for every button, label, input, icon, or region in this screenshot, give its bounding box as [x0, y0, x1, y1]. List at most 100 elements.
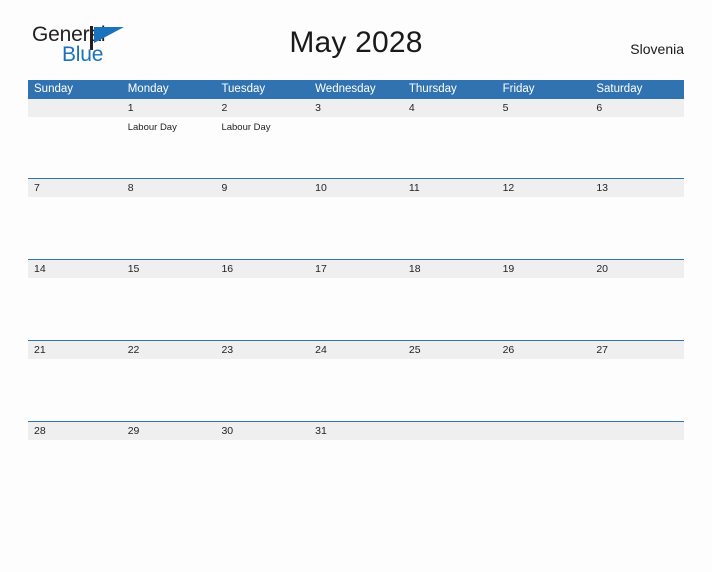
calendar-week-row: 28 29 30 31 [28, 421, 684, 502]
day-cell[interactable] [215, 278, 309, 340]
weekday-header-sunday: Sunday [34, 83, 74, 95]
day-cell[interactable] [590, 278, 684, 340]
day-number [403, 422, 497, 440]
day-cell[interactable] [122, 278, 216, 340]
day-cell[interactable] [215, 440, 309, 502]
day-cell[interactable] [309, 278, 403, 340]
day-number-band: 14 15 16 17 18 19 20 [28, 260, 684, 278]
day-content-band [28, 278, 684, 340]
day-number[interactable]: 9 [215, 179, 309, 197]
day-number[interactable]: 22 [122, 341, 216, 359]
day-content-band [28, 440, 684, 502]
day-content-band [28, 197, 684, 259]
weekday-header-wednesday: Wednesday [315, 83, 376, 95]
day-number [28, 99, 122, 117]
day-cell[interactable] [590, 359, 684, 421]
weekday-header-row: Sunday Monday Tuesday Wednesday Thursday… [28, 80, 684, 99]
day-cell[interactable] [122, 359, 216, 421]
day-number-band: 123456 [28, 99, 684, 117]
day-number[interactable]: 3 [309, 99, 403, 117]
day-cell[interactable] [309, 359, 403, 421]
day-cell[interactable] [590, 197, 684, 259]
day-number[interactable]: 12 [497, 179, 591, 197]
day-number[interactable]: 5 [497, 99, 591, 117]
day-cell[interactable] [497, 197, 591, 259]
day-cell[interactable] [215, 197, 309, 259]
day-number[interactable]: 2 [215, 99, 309, 117]
day-cell[interactable] [403, 278, 497, 340]
day-cell [497, 440, 591, 502]
day-cell[interactable] [403, 117, 497, 178]
day-number[interactable]: 1 [122, 99, 216, 117]
calendar-weeks: 1 2 3 4 5 6 Labour Day Labour Day 7 8 9 10 11 12 13 14 1… [28, 99, 684, 502]
day-cell[interactable] [215, 359, 309, 421]
calendar-week-row: 1 2 3 4 5 6 Labour Day Labour Day [28, 99, 684, 178]
locale-label: Slovenia [630, 41, 684, 57]
day-number[interactable]: 29 [122, 422, 216, 440]
day-cell[interactable] [28, 197, 122, 259]
page-title: May 2028 [289, 26, 423, 59]
day-cell[interactable] [403, 197, 497, 259]
calendar-week-row: 21 22 23 24 25 26 27 [28, 340, 684, 421]
day-cell[interactable] [497, 359, 591, 421]
day-number[interactable]: 18 [403, 260, 497, 278]
day-cell[interactable] [497, 278, 591, 340]
calendar-week-row: 14 15 16 17 18 19 20 [28, 259, 684, 340]
day-number[interactable]: 8 [122, 179, 216, 197]
day-cell[interactable] [28, 440, 122, 502]
day-cell [590, 440, 684, 502]
day-cell [403, 440, 497, 502]
day-number[interactable]: 24 [309, 341, 403, 359]
day-cell[interactable] [309, 117, 403, 178]
weekday-header-tuesday: Tuesday [221, 83, 266, 95]
day-number[interactable]: 28 [28, 422, 122, 440]
day-number[interactable]: 4 [403, 99, 497, 117]
day-number[interactable]: 19 [497, 260, 591, 278]
day-number-band: 7 8 9 10 11 12 13 [28, 179, 684, 197]
day-cell [28, 117, 122, 178]
day-number[interactable]: 17 [309, 260, 403, 278]
day-number[interactable]: 21 [28, 341, 122, 359]
day-number[interactable]: 13 [590, 179, 684, 197]
weekday-header-monday: Monday [127, 83, 169, 95]
day-content-band: Labour Day Labour Day [28, 117, 684, 178]
calendar-week-row: 7 8 9 10 11 12 13 [28, 178, 684, 259]
day-cell[interactable] [497, 117, 591, 178]
day-cell[interactable] [590, 117, 684, 178]
day-number[interactable]: 10 [309, 179, 403, 197]
day-number [590, 422, 684, 440]
day-cell[interactable] [309, 440, 403, 502]
day-number[interactable]: 30 [215, 422, 309, 440]
day-number[interactable]: 16 [215, 260, 309, 278]
day-number[interactable]: 6 [590, 99, 684, 117]
day-number[interactable]: 25 [403, 341, 497, 359]
weekday-header-saturday: Saturday [596, 83, 643, 95]
day-number[interactable]: 14 [28, 260, 122, 278]
day-number[interactable]: 7 [28, 179, 122, 197]
day-number[interactable]: 31 [309, 422, 403, 440]
holiday-event: Labour Day [127, 122, 177, 133]
day-cell[interactable] [28, 278, 122, 340]
day-number[interactable]: 11 [403, 179, 497, 197]
calendar-grid: Sunday Monday Tuesday Wednesday Thursday… [28, 80, 684, 502]
day-cell[interactable] [122, 440, 216, 502]
day-cell[interactable] [309, 197, 403, 259]
day-cell[interactable] [122, 197, 216, 259]
page-header: General Blue May 2028 Slovenia [28, 22, 684, 72]
day-number[interactable]: 20 [590, 260, 684, 278]
day-cell[interactable] [403, 359, 497, 421]
day-content-band [28, 359, 684, 421]
day-number[interactable]: 15 [122, 260, 216, 278]
day-number-band: 28 29 30 31 [28, 422, 684, 440]
weekday-header-friday: Friday [502, 83, 535, 95]
day-number[interactable]: 23 [215, 341, 309, 359]
day-number[interactable]: 27 [590, 341, 684, 359]
weekday-header-thursday: Thursday [408, 83, 457, 95]
holiday-event: Labour Day [221, 122, 271, 133]
day-cell[interactable]: Labour Day [215, 117, 309, 178]
day-number[interactable]: 26 [497, 341, 591, 359]
day-cell[interactable] [28, 359, 122, 421]
day-cell[interactable]: Labour Day [122, 117, 216, 178]
calendar-page: General Blue May 2028 Slovenia Sunday Mo… [0, 22, 712, 572]
day-number-band: 21 22 23 24 25 26 27 [28, 341, 684, 359]
